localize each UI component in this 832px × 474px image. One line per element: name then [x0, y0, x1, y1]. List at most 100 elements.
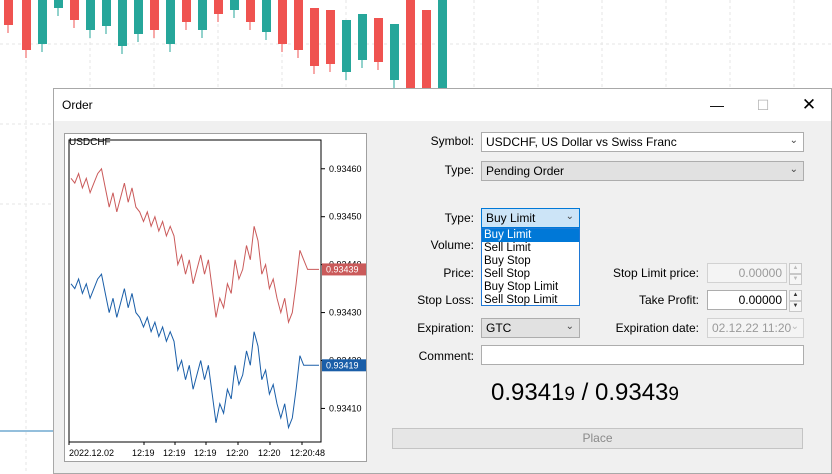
option-buy-stop-limit[interactable]: Buy Stop Limit: [482, 281, 579, 294]
candle-body: [182, 0, 191, 22]
time-tick-label: 2022.12.02: [69, 448, 114, 458]
option-buy-stop[interactable]: Buy Stop: [482, 255, 579, 268]
price-tick-label: 0.93410: [329, 403, 362, 413]
chevron-down-icon: ⌄: [789, 164, 798, 175]
minimize-button[interactable]: —: [694, 89, 740, 121]
price-tick-label: 0.93430: [329, 308, 362, 318]
candle-body: [22, 0, 31, 50]
candle-body: [54, 0, 63, 8]
type-label: Type:: [444, 163, 474, 177]
candle-body: [166, 0, 175, 44]
expiration-date-value: 02.12.22 11:20: [712, 321, 792, 335]
order-type-value: Buy Limit: [486, 211, 536, 225]
tick-chart: USDCHF 0.934600.934500.934400.934300.934…: [64, 133, 367, 462]
candle-body: [342, 20, 351, 72]
candle-body: [406, 0, 415, 88]
ask-price: 0.9343: [595, 379, 669, 406]
candle-body: [198, 0, 207, 30]
bid-price-pipette: 9: [564, 384, 575, 405]
order-type-label: Type:: [444, 211, 474, 225]
bid-price-tag-label: 0.93419: [326, 360, 359, 370]
order-type-dropdown-list[interactable]: Buy Limit Sell Limit Buy Stop Sell Stop …: [481, 228, 580, 306]
chevron-down-icon: ⌄: [790, 321, 799, 332]
bid-price: 0.9341: [491, 379, 565, 406]
candle-body: [390, 24, 399, 80]
candle-body: [134, 0, 143, 34]
time-tick-label: 12:20:48: [290, 448, 325, 458]
expiration-label: Expiration:: [417, 321, 474, 335]
candle-body: [230, 0, 239, 10]
stop-limit-price-label: Stop Limit price:: [612, 266, 699, 280]
option-buy-limit[interactable]: Buy Limit: [482, 229, 579, 242]
candle-body: [438, 0, 447, 88]
symbol-select[interactable]: USDCHF, US Dollar vs Swiss Franc ⌄: [481, 132, 804, 152]
ask-price-tag-label: 0.93439: [326, 264, 359, 274]
candle-body: [294, 0, 303, 50]
ask-price-pipette: 9: [668, 384, 679, 405]
candle-body: [262, 0, 271, 32]
symbol-select-value: USDCHF, US Dollar vs Swiss Franc: [486, 135, 677, 149]
volume-label: Volume:: [430, 238, 474, 252]
price-tick-label: 0.93460: [329, 164, 362, 174]
candle-body: [358, 14, 367, 60]
arrow-down-icon[interactable]: ▼: [789, 301, 802, 312]
candle-body: [278, 0, 287, 44]
expiration-date-label: Expiration date:: [615, 321, 699, 335]
arrow-up-icon[interactable]: ▲: [789, 263, 802, 274]
time-tick-label: 12:20: [226, 448, 249, 458]
maximize-button[interactable]: ☐: [740, 89, 786, 121]
candle-body: [86, 0, 95, 30]
expiration-value: GTC: [486, 321, 512, 335]
arrow-down-icon[interactable]: ▼: [789, 274, 802, 285]
candle-body: [422, 10, 431, 88]
plot-frame: [68, 139, 322, 443]
chevron-down-icon: ⌄: [565, 321, 574, 332]
candle-body: [326, 10, 335, 64]
comment-label: Comment:: [418, 349, 474, 363]
place-button[interactable]: Place: [392, 428, 803, 449]
take-profit-input[interactable]: 0.00000: [707, 290, 787, 310]
candle-body: [310, 8, 319, 66]
close-button[interactable]: ✕: [786, 89, 832, 121]
order-kind-value: Pending Order: [486, 164, 565, 178]
dialog-title: Order: [62, 98, 93, 112]
time-tick-label: 12:20: [258, 448, 281, 458]
stop-limit-price-input[interactable]: 0.00000: [707, 263, 787, 283]
time-tick-label: 12:19: [194, 448, 217, 458]
candle-body: [374, 18, 383, 62]
price-tick-label: 0.93450: [329, 212, 362, 222]
stop-loss-label: Stop Loss:: [417, 293, 474, 307]
title-bar: Order — ☐ ✕: [54, 89, 831, 121]
tick-chart-plot: 0.934600.934500.934400.934300.934200.934…: [68, 139, 366, 458]
option-sell-stop[interactable]: Sell Stop: [482, 268, 579, 281]
comment-input[interactable]: [481, 345, 804, 365]
order-type-select[interactable]: Buy Limit ⌄: [481, 208, 580, 228]
candle-body: [4, 0, 13, 25]
quote-display: 0.93419 / 0.93439: [491, 379, 679, 407]
quote-separator: /: [574, 379, 595, 406]
chevron-down-icon: ⌄: [789, 135, 798, 146]
time-tick-label: 12:19: [163, 448, 186, 458]
expiration-select[interactable]: GTC ⌄: [481, 318, 580, 338]
candle-body: [70, 0, 79, 20]
candle-body: [38, 0, 47, 44]
stop-limit-price-stepper[interactable]: ▲ ▼: [789, 263, 802, 285]
chevron-down-icon: ⌄: [565, 211, 574, 222]
symbol-label: Symbol:: [430, 134, 474, 148]
option-sell-limit[interactable]: Sell Limit: [482, 242, 579, 255]
series-line-ask: [70, 167, 319, 325]
take-profit-stepper[interactable]: ▲ ▼: [789, 290, 802, 312]
series-line-bid: [70, 273, 319, 430]
expiration-date-input[interactable]: 02.12.22 11:20 ⌄: [707, 318, 804, 338]
option-sell-stop-limit[interactable]: Sell Stop Limit: [482, 294, 579, 307]
candle-body: [118, 0, 127, 46]
candle-body: [150, 0, 159, 30]
candle-body: [214, 0, 223, 14]
price-label: Price:: [443, 266, 474, 280]
order-dialog: Order — ☐ ✕ USDCHF 0.934600.934500.93440…: [53, 88, 832, 474]
time-tick-label: 12:19: [132, 448, 155, 458]
arrow-up-icon[interactable]: ▲: [789, 290, 802, 301]
order-kind-select[interactable]: Pending Order ⌄: [481, 161, 804, 181]
candle-body: [102, 0, 111, 26]
candle-body: [246, 0, 255, 22]
